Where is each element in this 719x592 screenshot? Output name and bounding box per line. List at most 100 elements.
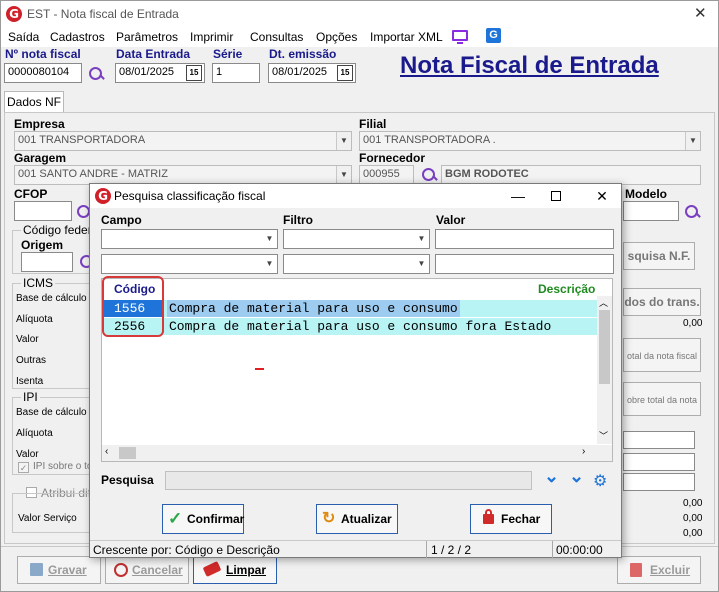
atualizar-button[interactable]: ↻ Atualizar: [316, 504, 398, 534]
menu-parametros[interactable]: Parâmetros: [116, 30, 178, 44]
menu-bar: Saída Cadastros Parâmetros Imprimir Cons…: [1, 27, 718, 47]
gravar-button[interactable]: Gravar: [17, 556, 101, 584]
confirmar-button[interactable]: ✓ Confirmar: [162, 504, 244, 534]
excluir-button[interactable]: Excluir: [617, 556, 701, 584]
filial-select[interactable]: 001 TRANSPORTADORA . ▼: [359, 131, 701, 151]
empresa-select[interactable]: 001 TRANSPORTADORA ▼: [14, 131, 352, 151]
tab-dados-nf[interactable]: Dados NF: [4, 91, 64, 113]
modelo-input[interactable]: [623, 201, 679, 221]
search-fornecedor-icon[interactable]: [421, 167, 437, 183]
menu-imprimir[interactable]: Imprimir: [190, 30, 233, 44]
serie-input[interactable]: 1: [212, 63, 260, 83]
icms-field-label: Alíquota: [16, 314, 53, 325]
campo-select-2[interactable]: ▼: [101, 254, 278, 274]
calendar-icon-2[interactable]: 15: [337, 65, 353, 81]
red-mark: [255, 368, 264, 370]
chevron-down-icon[interactable]: ▼: [336, 132, 351, 150]
chevron-down-icon[interactable]: ﹀: [599, 429, 608, 442]
garagem-value: 001 SANTO ANDRE - MATRIZ: [18, 168, 168, 180]
ipi-field-label: Base de cálculo: [16, 407, 87, 418]
menu-consultas[interactable]: Consultas: [250, 30, 303, 44]
filtro-select-2[interactable]: ▼: [283, 254, 430, 274]
total-nota-label: otal da nota fiscal: [626, 351, 698, 361]
column-header-descricao[interactable]: Descrição: [538, 282, 595, 296]
chevrons-down-icon[interactable]: ⌄: [544, 467, 559, 485]
right-field-2[interactable]: [623, 453, 695, 471]
results-grid: Código Descrição 1556 Compra de material…: [101, 276, 613, 462]
app-g-icon[interactable]: G: [486, 28, 501, 43]
valor-input-1[interactable]: [435, 229, 614, 249]
dados-trans-button[interactable]: dos do trans.: [623, 288, 701, 316]
right-field-3[interactable]: [623, 473, 695, 491]
campo-label: Campo: [101, 213, 142, 227]
chevron-left-icon[interactable]: ‹: [105, 446, 108, 457]
pesquisa-nf-button[interactable]: squisa N.F.: [623, 242, 695, 270]
calendar-icon[interactable]: 15: [186, 65, 202, 81]
fechar-label: Fechar: [501, 512, 541, 526]
cfop-input[interactable]: [14, 201, 72, 221]
trash-icon: [630, 563, 642, 577]
sobre-total-button[interactable]: obre total da nota: [623, 382, 701, 416]
chevron-down-icon[interactable]: ▼: [414, 255, 429, 273]
close-icon[interactable]: ✕: [694, 4, 707, 22]
right-field-1[interactable]: [623, 431, 695, 449]
maximize-icon[interactable]: [546, 187, 566, 205]
chevrons-down-bar-icon[interactable]: ⌄: [569, 467, 584, 485]
menu-opcoes[interactable]: Opções: [316, 30, 357, 44]
cancelar-label: Cancelar: [132, 563, 183, 577]
modelo-label: Modelo: [625, 187, 667, 201]
table-row[interactable]: 2556 Compra de material para uso e consu…: [103, 318, 597, 335]
floppy-icon: [30, 563, 43, 576]
valor-input-2[interactable]: [435, 254, 614, 274]
vertical-scrollbar[interactable]: ︿ ﹀: [597, 296, 612, 444]
chevron-down-icon[interactable]: ▼: [685, 132, 700, 150]
icms-field-label: Isenta: [16, 376, 44, 387]
chevron-up-icon[interactable]: ︿: [599, 296, 608, 309]
chevron-down-icon[interactable]: ▼: [336, 166, 351, 184]
highlight-box: [102, 276, 164, 337]
fornecedor-name: BGM RODOTEC: [441, 165, 701, 185]
nota-label: Nº nota fiscal: [5, 47, 81, 61]
ipi-sobre-checkbox[interactable]: ✓: [18, 462, 29, 473]
chevron-right-icon[interactable]: ›: [582, 446, 585, 457]
chevron-down-icon[interactable]: ▼: [262, 255, 277, 273]
pesquisa-input[interactable]: [165, 471, 532, 490]
hscroll-thumb[interactable]: [119, 447, 136, 459]
garagem-select[interactable]: 001 SANTO ANDRE - MATRIZ ▼: [14, 165, 352, 185]
atualizar-label: Atualizar: [341, 512, 392, 526]
total-nota-button[interactable]: otal da nota fiscal: [623, 338, 701, 372]
sobre-total-label: obre total da nota: [626, 395, 698, 405]
close-dialog-icon[interactable]: ✕: [592, 187, 612, 205]
row-descricao-cell: Compra de material para uso e consumo: [167, 300, 460, 317]
right-value-4: 0,00: [683, 528, 703, 539]
table-row[interactable]: 1556 Compra de material para uso e consu…: [103, 300, 597, 317]
scroll-thumb[interactable]: [599, 310, 610, 384]
filtro-select-1[interactable]: ▼: [283, 229, 430, 249]
dialog-status-bar: Crescente por: Código e Descrição 1 / 2 …: [90, 540, 621, 558]
filial-value: 001 TRANSPORTADORA .: [363, 134, 496, 146]
fornecedor-code[interactable]: 000955: [359, 165, 414, 185]
monitor-icon[interactable]: [452, 30, 468, 41]
chevron-down-icon[interactable]: ▼: [262, 230, 277, 248]
search-modelo-icon[interactable]: [684, 204, 700, 220]
minimize-icon[interactable]: —: [508, 187, 528, 205]
campo-select-1[interactable]: ▼: [101, 229, 278, 249]
empresa-value: 001 TRANSPORTADORA: [18, 134, 146, 146]
cancelar-button[interactable]: Cancelar: [105, 556, 189, 584]
limpar-button[interactable]: Limpar: [193, 556, 277, 584]
status-time: 00:00:00: [556, 543, 603, 557]
fechar-button[interactable]: Fechar: [470, 504, 552, 534]
filial-label: Filial: [359, 117, 387, 131]
horizontal-scrollbar[interactable]: ‹ ›: [102, 445, 612, 461]
nota-input[interactable]: 0000080104: [4, 63, 82, 83]
dados-trans-label: dos do trans.: [624, 295, 700, 309]
search-nota-icon[interactable]: [88, 66, 104, 82]
menu-cadastros[interactable]: Cadastros: [50, 30, 105, 44]
limpar-label: Limpar: [226, 563, 267, 577]
menu-importar-xml[interactable]: Importar XML: [370, 30, 443, 44]
menu-saida[interactable]: Saída: [8, 30, 39, 44]
gear-icon[interactable]: ⚙: [593, 471, 607, 491]
chevron-down-icon[interactable]: ▼: [414, 230, 429, 248]
origem-input[interactable]: [21, 252, 73, 272]
dialog-title-bar: G Pesquisa classificação fiscal — ✕: [90, 184, 621, 208]
